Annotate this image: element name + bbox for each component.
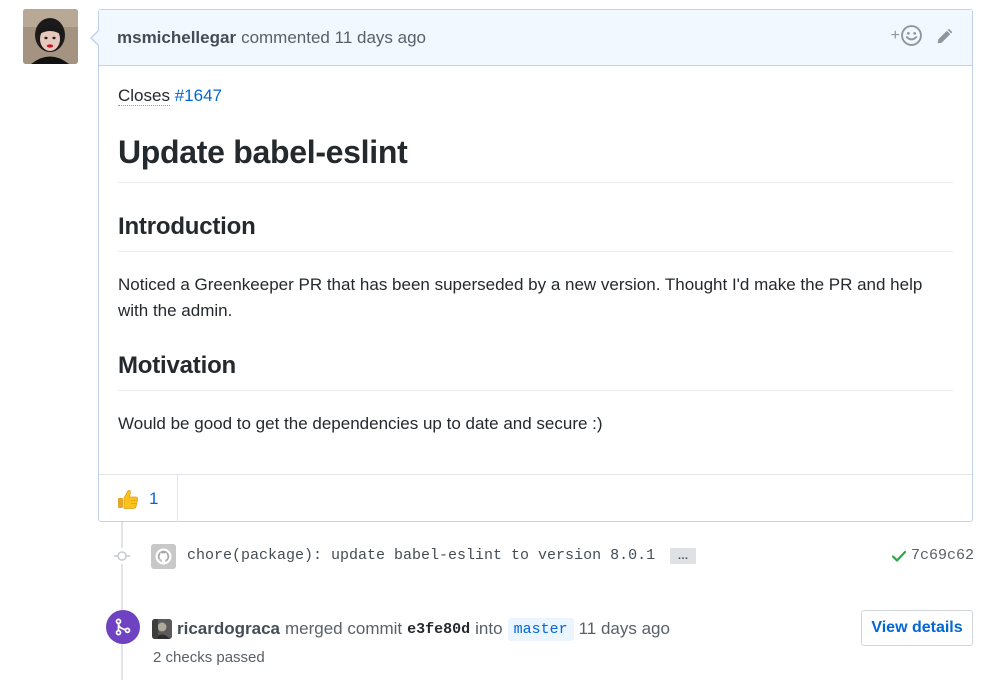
merge-event-line: ricardograca merged commit e3fe80d into … xyxy=(152,616,670,642)
edit-comment-button[interactable] xyxy=(936,27,954,45)
check-icon xyxy=(891,550,907,562)
thumbs-up-count: 1 xyxy=(149,488,159,508)
expand-commit-button[interactable]: … xyxy=(670,548,696,564)
issue-link[interactable]: #1647 xyxy=(175,86,222,105)
introduction-heading: Introduction xyxy=(118,213,953,252)
smiley-icon xyxy=(901,25,922,46)
merge-action: merged commit xyxy=(285,619,403,638)
commit-author-avatar[interactable] xyxy=(151,544,176,569)
checks-status: 2 checks passed xyxy=(153,649,265,666)
commit-sha-link[interactable]: 7c69c62 xyxy=(911,547,974,564)
closes-keyword: Closes xyxy=(118,86,170,106)
merger-username[interactable]: ricardograca xyxy=(177,619,280,639)
motivation-heading: Motivation xyxy=(118,352,953,391)
comment-time[interactable]: 11 days ago xyxy=(335,28,426,48)
view-details-button[interactable]: View details xyxy=(861,610,973,646)
merge-time[interactable]: 11 days ago xyxy=(579,619,670,639)
thumbs-up-icon xyxy=(118,489,138,509)
commit-message-link[interactable]: chore(package): update babel-eslint to v… xyxy=(187,547,655,564)
merge-commit-sha[interactable]: e3fe80d xyxy=(407,621,470,638)
github-octocat-icon xyxy=(155,548,172,565)
introduction-text: Noticed a Greenkeeper PR that has been s… xyxy=(118,275,923,320)
add-reaction-button[interactable]: + xyxy=(891,25,922,46)
motivation-text: Would be good to get the dependencies up… xyxy=(118,414,603,433)
comment-action: commented xyxy=(241,27,330,47)
reactions-bar: 1 xyxy=(99,474,972,522)
comment-body: Closes #1647 Update babel-eslint Introdu… xyxy=(99,66,972,437)
merge-badge xyxy=(106,610,140,644)
pr-comment: msmichellegar commented 11 days ago + Cl… xyxy=(90,9,973,522)
commit-row: chore(package): update babel-eslint to v… xyxy=(112,541,974,571)
commit-node-icon xyxy=(114,548,130,564)
pencil-icon xyxy=(937,28,953,43)
thumbs-up-reaction[interactable]: 1 xyxy=(99,475,178,522)
commenter-avatar[interactable] xyxy=(23,9,78,64)
closes-line: Closes #1647 xyxy=(118,86,953,116)
git-merge-icon xyxy=(115,618,131,636)
add-reaction-plus: + xyxy=(890,26,900,44)
merge-into-word: into xyxy=(475,619,503,638)
comment-header: msmichellegar commented 11 days ago + xyxy=(99,10,972,66)
pr-title-heading: Update babel-eslint xyxy=(118,134,953,183)
comment-author[interactable]: msmichellegar xyxy=(117,28,236,48)
base-branch[interactable]: master xyxy=(507,617,574,641)
merger-avatar[interactable] xyxy=(152,619,172,639)
